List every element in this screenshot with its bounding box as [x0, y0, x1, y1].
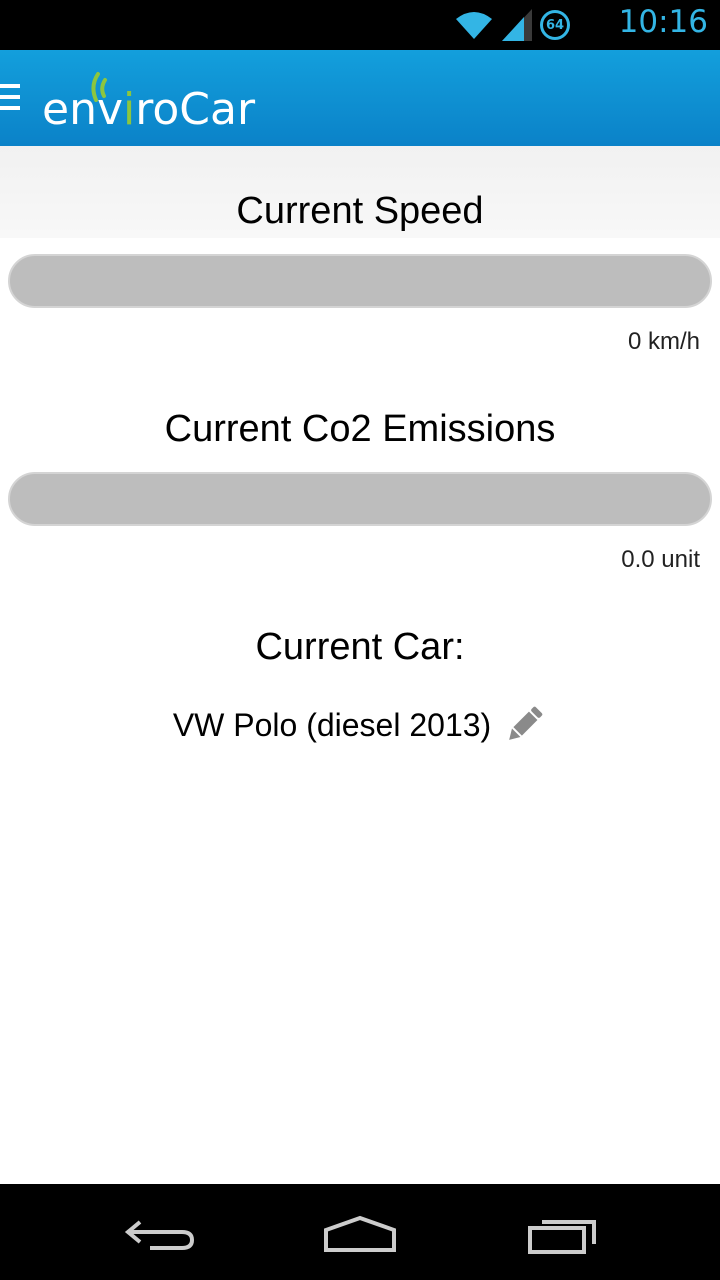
- car-name[interactable]: VW Polo (diesel 2013): [173, 707, 491, 744]
- notification-badge: 64: [540, 10, 570, 40]
- navigation-bar: [0, 1184, 720, 1280]
- app-title-i: i: [123, 84, 136, 135]
- wifi-icon: [456, 12, 492, 39]
- app-bar: enviroCar: [0, 50, 720, 146]
- signal-icon: [502, 9, 532, 41]
- app-title-suffix: roCar: [135, 84, 256, 135]
- status-clock: 10:16: [618, 4, 708, 40]
- status-icons: 64: [454, 8, 570, 42]
- current-car-title: Current Car:: [255, 626, 465, 668]
- menu-icon[interactable]: [0, 84, 22, 114]
- current-car-row[interactable]: VW Polo (diesel 2013): [0, 702, 720, 748]
- pencil-icon[interactable]: [501, 702, 547, 748]
- app-title: enviroCar: [42, 84, 255, 135]
- app-title-prefix: env: [42, 84, 123, 135]
- emissions-value: 0.0 unit: [621, 546, 700, 573]
- emissions-title: Current Co2 Emissions: [164, 408, 556, 450]
- speed-bar: [8, 254, 712, 308]
- envirocar-logo[interactable]: enviroCar: [42, 66, 262, 136]
- recent-apps-icon[interactable]: [522, 1212, 602, 1256]
- emissions-bar: [8, 472, 712, 526]
- speed-title: Current Speed: [236, 190, 484, 232]
- status-bar: 64 10:16: [0, 0, 720, 50]
- speed-value: 0 km/h: [627, 328, 700, 355]
- main-content: Current Speed 0 km/h Current Co2 Emissio…: [0, 146, 720, 1184]
- badge-count: 64: [545, 17, 565, 33]
- back-icon[interactable]: [120, 1212, 200, 1256]
- home-icon[interactable]: [320, 1212, 400, 1256]
